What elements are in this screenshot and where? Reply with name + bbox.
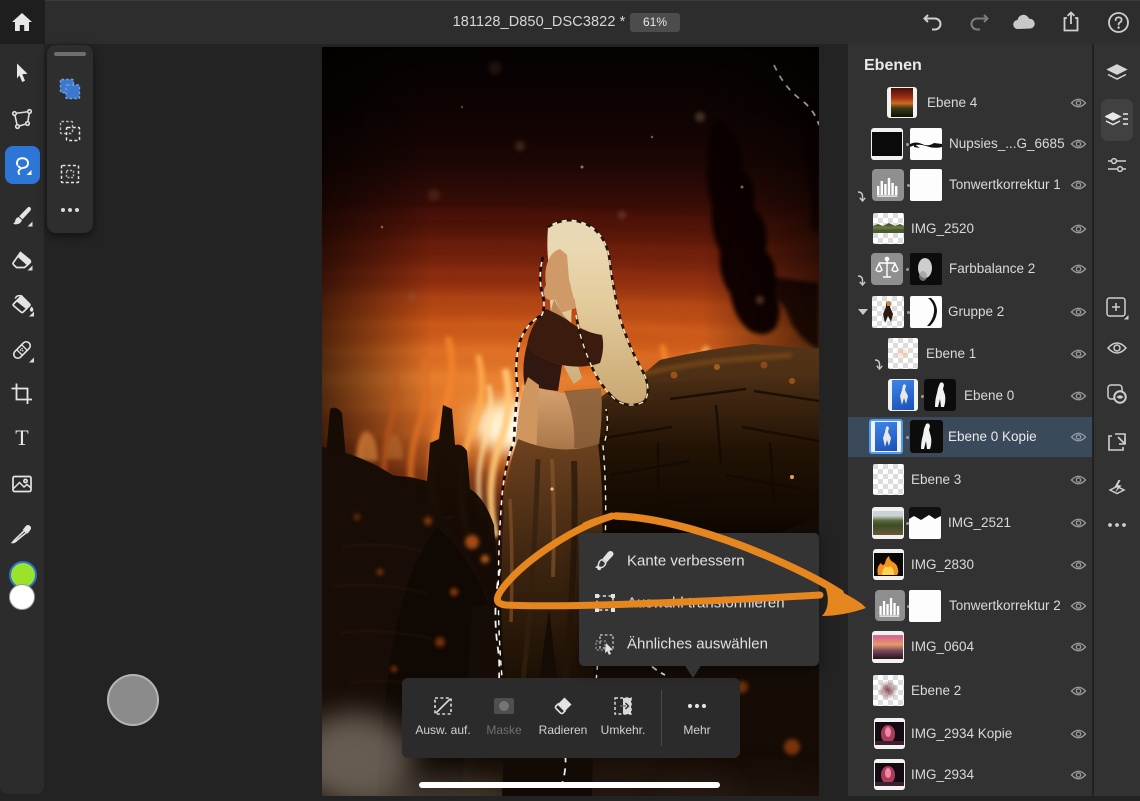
svg-text:T: T	[15, 426, 29, 450]
